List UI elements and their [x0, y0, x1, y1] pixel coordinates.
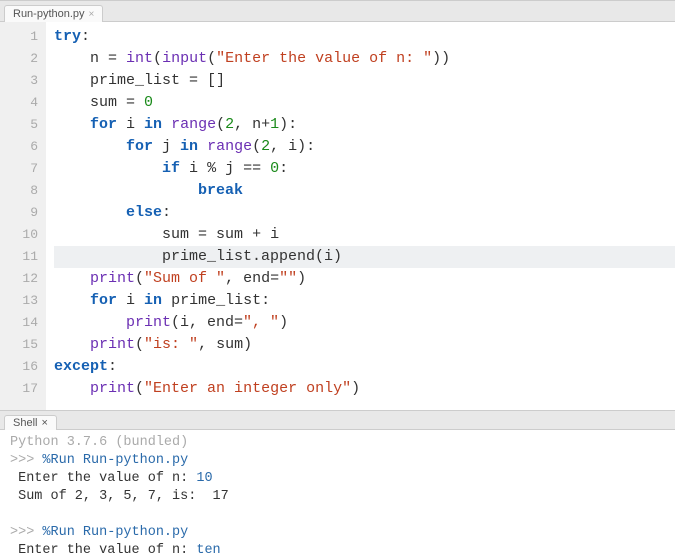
code-line[interactable]: prime_list = []: [54, 70, 675, 92]
code-line[interactable]: try:: [54, 26, 675, 48]
line-gutter: 1234567891011121314151617: [0, 22, 46, 410]
code-line[interactable]: print("is: ", sum): [54, 334, 675, 356]
code-line[interactable]: if i % j == 0:: [54, 158, 675, 180]
code-line[interactable]: else:: [54, 202, 675, 224]
code-line[interactable]: except:: [54, 356, 675, 378]
shell-output[interactable]: Python 3.7.6 (bundled)>>> %Run Run-pytho…: [0, 430, 675, 554]
code-line[interactable]: for j in range(2, i):: [54, 136, 675, 158]
code-line[interactable]: n = int(input("Enter the value of n: ")): [54, 48, 675, 70]
shell-tab[interactable]: Shell ×: [4, 415, 57, 430]
code-line[interactable]: print("Enter an integer only"): [54, 378, 675, 400]
code-line[interactable]: for i in prime_list:: [54, 290, 675, 312]
code-line[interactable]: print(i, end=", "): [54, 312, 675, 334]
code-line[interactable]: break: [54, 180, 675, 202]
code-line[interactable]: sum = 0: [54, 92, 675, 114]
close-icon[interactable]: ×: [41, 417, 47, 429]
close-icon[interactable]: ×: [89, 9, 95, 20]
editor-tab-bar: Run-python.py ×: [0, 0, 675, 22]
code-area[interactable]: try: n = int(input("Enter the value of n…: [46, 22, 675, 410]
panel-tab-bar: Shell ×: [0, 410, 675, 430]
code-line[interactable]: print("Sum of ", end=""): [54, 268, 675, 290]
shell-tab-label: Shell: [13, 417, 37, 429]
code-line[interactable]: sum = sum + i: [54, 224, 675, 246]
code-editor[interactable]: 1234567891011121314151617 try: n = int(i…: [0, 22, 675, 410]
code-line[interactable]: prime_list.append(i): [54, 246, 675, 268]
editor-tab-label: Run-python.py: [13, 8, 85, 20]
editor-tab[interactable]: Run-python.py ×: [4, 5, 103, 22]
code-line[interactable]: for i in range(2, n+1):: [54, 114, 675, 136]
